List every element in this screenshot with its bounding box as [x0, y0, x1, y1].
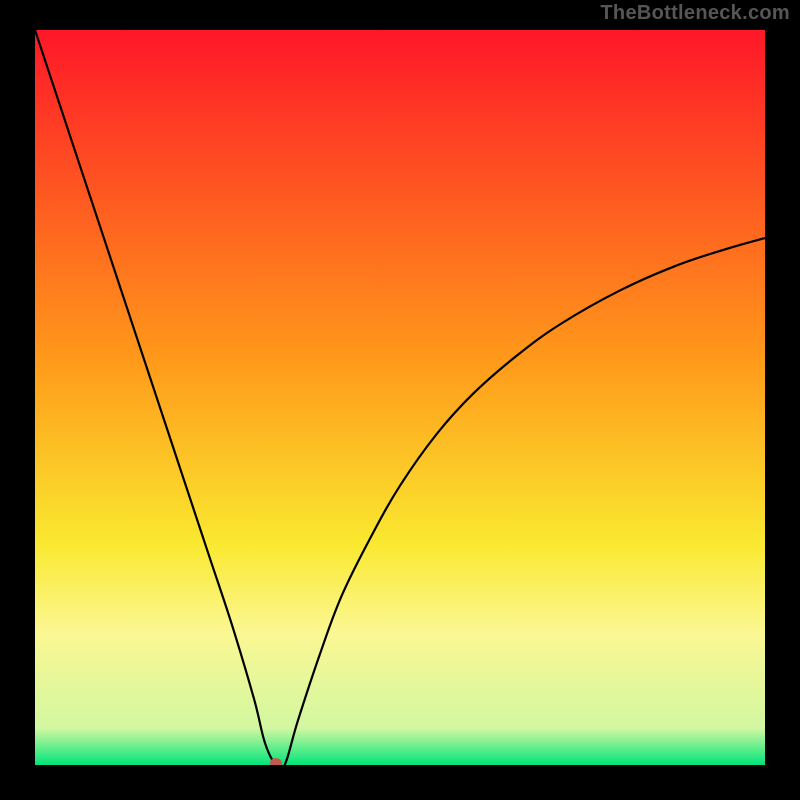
plot-area	[35, 30, 765, 765]
watermark-text: TheBottleneck.com	[600, 2, 790, 25]
chart-frame: TheBottleneck.com	[0, 0, 800, 800]
gradient-background	[35, 30, 765, 765]
chart-svg	[35, 30, 765, 765]
